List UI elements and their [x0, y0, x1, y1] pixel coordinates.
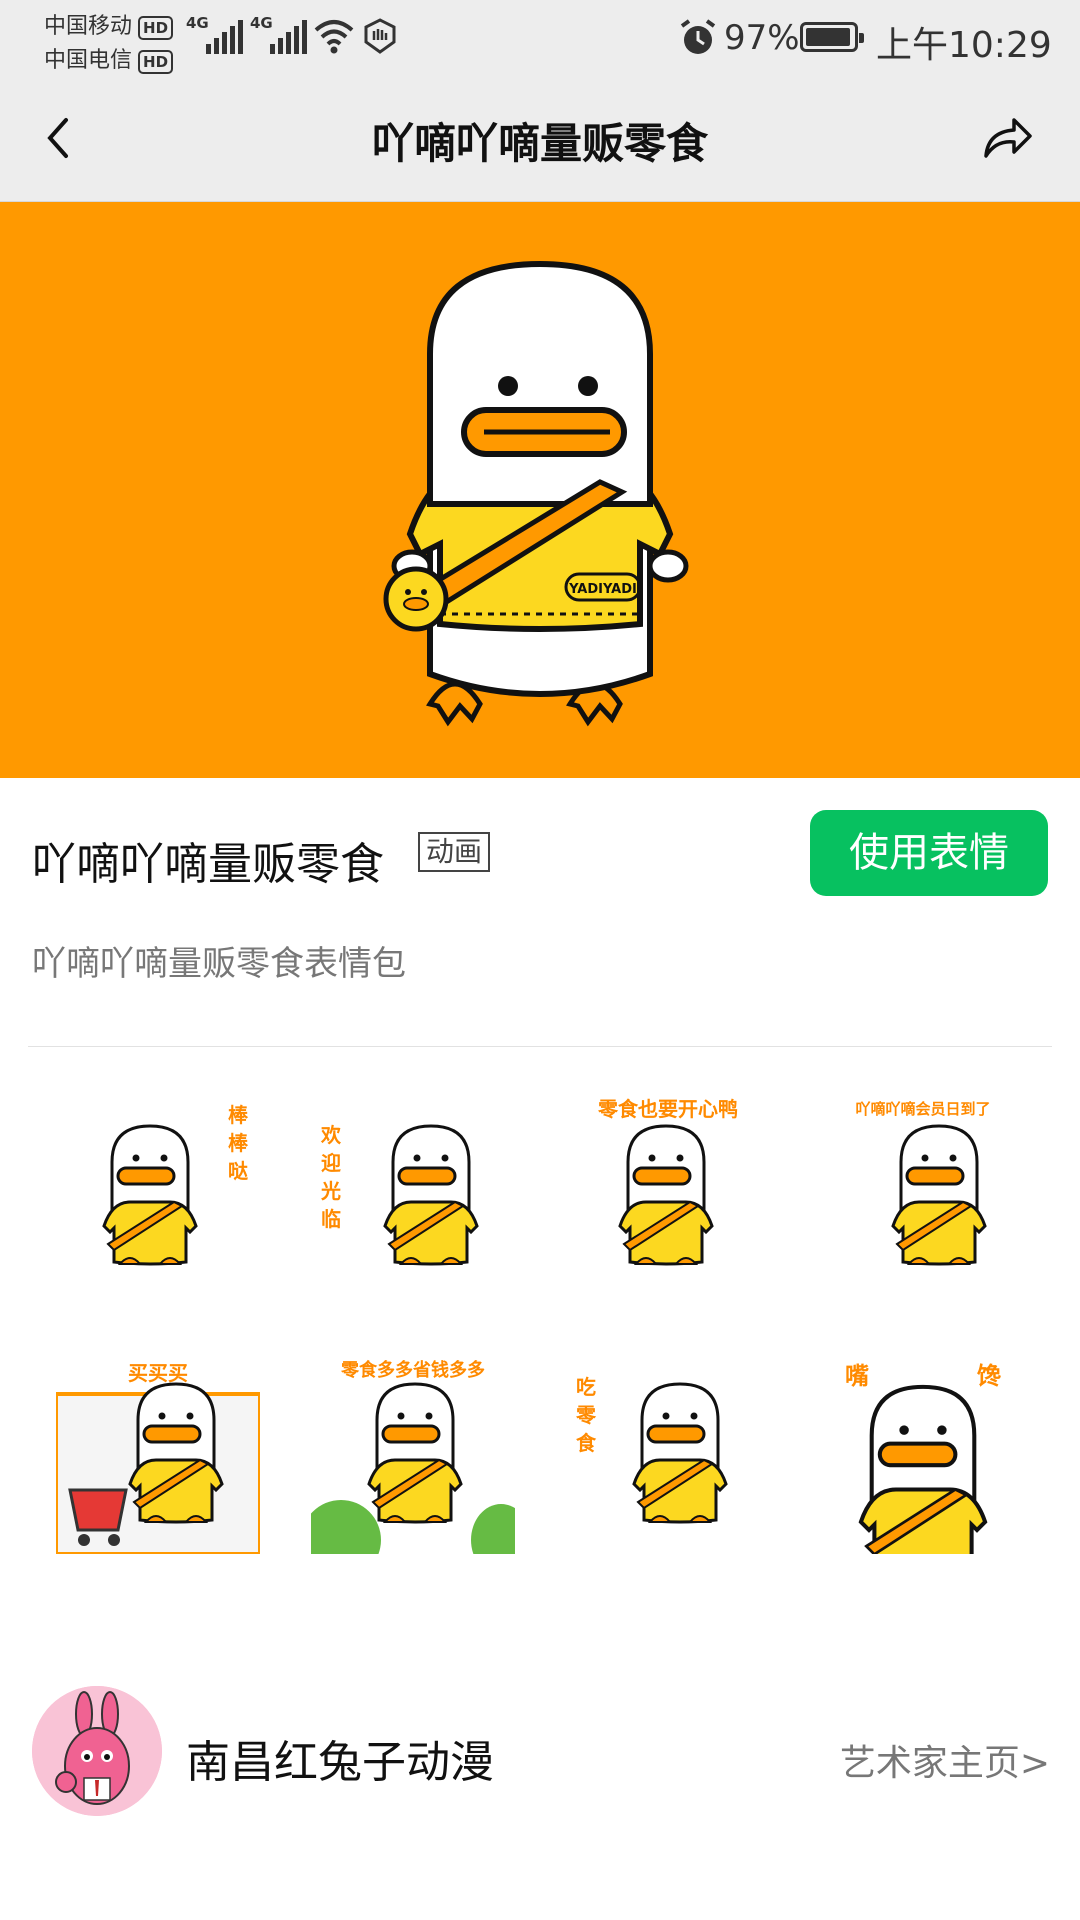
- sticker-caption-char: 零: [575, 1403, 597, 1427]
- sticker-2[interactable]: 欢迎光临: [311, 1092, 515, 1296]
- sticker-caption-char: 棒: [228, 1131, 249, 1155]
- signal-icon-1: 4G: [186, 14, 244, 54]
- sticker-caption-char: 欢: [320, 1123, 342, 1147]
- sticker-6[interactable]: 零食多多省钱多多: [301, 1350, 531, 1580]
- sticker-caption-char: 食: [576, 1431, 597, 1455]
- nav-bar: 吖嘀吖嘀量贩零食: [0, 80, 1080, 202]
- sticker-caption-char: 馋: [977, 1362, 1001, 1390]
- sticker-2-image: 欢迎光临: [320, 1123, 479, 1266]
- sticker-caption: 买买买: [128, 1361, 188, 1385]
- artist-row[interactable]: 南昌红兔子动漫 艺术家主页>: [0, 1680, 1080, 1820]
- use-sticker-button[interactable]: 使用表情: [810, 810, 1048, 896]
- sticker-caption-char: 吃: [576, 1375, 596, 1399]
- sticker-4-image: 吖嘀吖嘀会员日到了: [855, 1100, 991, 1266]
- sticker-caption-char: 嘴: [845, 1362, 869, 1390]
- sticker-caption: 零食多多省钱多多: [340, 1359, 485, 1381]
- wifi-icon: [314, 20, 354, 54]
- animated-badge: 动画: [418, 832, 491, 872]
- status-bar: 中国移动 HD 中国电信 HD 4G 4G 97% 上午10:29: [0, 0, 1080, 80]
- sticker-7[interactable]: 吃零食: [566, 1350, 770, 1554]
- share-button[interactable]: [976, 108, 1036, 168]
- sticker-caption-char: 迎: [321, 1151, 341, 1175]
- sticker-8-image: 嘴馋: [845, 1362, 1001, 1576]
- sticker-banner: YADIYADI: [0, 202, 1080, 778]
- status-time: 上午10:29: [876, 25, 1052, 66]
- sticker-caption-char: 光: [320, 1179, 341, 1203]
- pack-description: 吖嘀吖嘀量贩零食表情包: [32, 944, 406, 984]
- battery-icon: [800, 22, 864, 52]
- battery-percent: 97%: [724, 18, 800, 58]
- sticker-7-image: 吃零食: [575, 1375, 728, 1524]
- page-title: 吖嘀吖嘀量贩零食: [371, 119, 708, 168]
- sticker-6-image: 零食多多省钱多多: [301, 1359, 531, 1580]
- duck-mascot-image: YADIYADI: [383, 260, 689, 727]
- sticker-caption-char: 临: [321, 1207, 341, 1231]
- sticker-8[interactable]: 嘴馋: [821, 1350, 1025, 1576]
- sticker-caption-char: 棒: [228, 1103, 249, 1127]
- sticker-1[interactable]: 棒棒哒: [56, 1092, 260, 1296]
- alarm-clock-icon: [680, 19, 716, 54]
- signal-icon-2: 4G: [250, 14, 308, 54]
- artist-name: 南昌红兔子动漫: [186, 1737, 494, 1788]
- sticker-3-image: 零食也要开心鸭: [597, 1097, 738, 1266]
- artist-avatar[interactable]: [32, 1686, 162, 1816]
- hand-shield-icon: [364, 18, 396, 54]
- carrier-label-1: 中国移动 HD: [44, 8, 174, 40]
- sticker-5[interactable]: 买买买: [54, 1350, 262, 1556]
- divider: [28, 1046, 1052, 1047]
- sticker-1-image: 棒棒哒: [102, 1103, 249, 1266]
- sticker-3[interactable]: 零食也要开心鸭: [566, 1092, 770, 1296]
- sticker-5-image: 买买买: [54, 1361, 262, 1556]
- rabbit-avatar-icon: [32, 1686, 162, 1816]
- pack-title: 吖嘀吖嘀量贩零食: [32, 839, 384, 890]
- sticker-4[interactable]: 吖嘀吖嘀会员日到了: [821, 1092, 1025, 1296]
- sticker-caption-char: 哒: [228, 1159, 249, 1183]
- sticker-caption: 零食也要开心鸭: [597, 1097, 738, 1121]
- carrier-label-2: 中国电信 HD: [44, 42, 174, 74]
- svg-text:YADIYADI: YADIYADI: [568, 582, 637, 597]
- artist-homepage-link[interactable]: 艺术家主页>: [840, 1734, 1050, 1786]
- sticker-caption: 吖嘀吖嘀会员日到了: [855, 1100, 990, 1118]
